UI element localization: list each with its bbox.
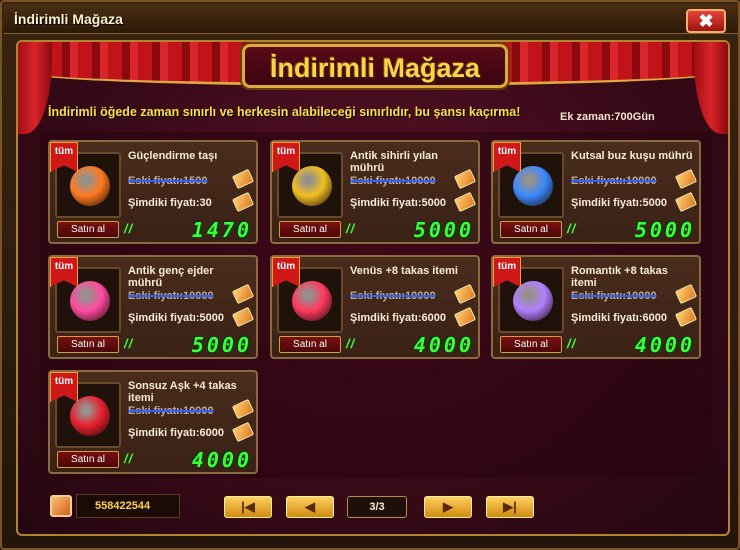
price-total: 4000 bbox=[191, 448, 252, 472]
current-price: Şimdiki fiyatı:5000 bbox=[571, 197, 667, 209]
coupon-icon bbox=[453, 191, 477, 213]
price-marker: // bbox=[567, 221, 577, 236]
pink-seal-icon bbox=[70, 281, 110, 321]
current-price: Şimdiki fiyatı:6000 bbox=[350, 312, 446, 324]
page-indicator: 3/3 bbox=[347, 496, 407, 518]
notice-text: İndirimli öğede zaman sınırlı ve herkesi… bbox=[48, 105, 521, 119]
balance-value: 558422544 bbox=[95, 500, 151, 512]
item-name: Sonsuz Aşk +4 takas itemi bbox=[128, 380, 237, 404]
item-name: Venüs +8 takas itemi bbox=[350, 265, 458, 277]
blue-seal-icon bbox=[513, 166, 553, 206]
curtain-right bbox=[694, 42, 728, 134]
next-page-button[interactable]: ▶ bbox=[424, 496, 472, 518]
buy-button[interactable]: Satın al bbox=[500, 336, 562, 353]
winged-gem-icon bbox=[513, 281, 553, 321]
old-price: Eski fiyatı:10000 bbox=[571, 175, 657, 187]
curtain-left bbox=[18, 42, 52, 134]
coupon-icon bbox=[50, 495, 72, 517]
price-total: 4000 bbox=[413, 333, 474, 357]
shop-item-card: tüm Romantık +8 takas itemi Eski fiyatı:… bbox=[491, 255, 701, 359]
old-price: Eski fiyatı:10000 bbox=[128, 405, 214, 417]
buy-button[interactable]: Satın al bbox=[500, 221, 562, 238]
price-total: 4000 bbox=[634, 333, 695, 357]
coupon-icon bbox=[674, 191, 698, 213]
price-marker: // bbox=[567, 336, 577, 351]
price-marker: // bbox=[124, 221, 134, 236]
item-name: Antik genç ejder mührü bbox=[128, 265, 214, 289]
coupon-icon bbox=[453, 306, 477, 328]
buy-button[interactable]: Satın al bbox=[57, 451, 119, 468]
shop-item-card: tüm Antik genç ejder mührü Eski fiyatı:1… bbox=[48, 255, 258, 359]
price-total: 5000 bbox=[191, 333, 252, 357]
coupon-icon bbox=[231, 421, 255, 443]
close-button[interactable]: ✖ bbox=[686, 9, 726, 33]
title-banner: İndirimli Mağaza bbox=[242, 44, 508, 88]
shop-item-card: tüm Güçlendirme taşı Eski fiyatı:1500 Şi… bbox=[48, 140, 258, 244]
coupon-icon bbox=[231, 191, 255, 213]
current-price: Şimdiki fiyatı:5000 bbox=[128, 312, 224, 324]
prev-page-button[interactable]: ◀ bbox=[286, 496, 334, 518]
coupon-icon bbox=[674, 306, 698, 328]
shop-item-card: tüm Venüs +8 takas itemi Eski fiyatı:100… bbox=[270, 255, 480, 359]
current-price: Şimdiki fiyatı:6000 bbox=[571, 312, 667, 324]
orange-crystal-icon bbox=[70, 166, 110, 206]
old-price: Eski fiyatı:10000 bbox=[350, 175, 436, 187]
price-total: 5000 bbox=[413, 218, 474, 242]
extra-time-label: Ek zaman:700Gün bbox=[560, 111, 655, 123]
shop-item-card: tüm Antik sihirli yılan mührü Eski fiyat… bbox=[270, 140, 480, 244]
first-page-button[interactable]: |◀ bbox=[224, 496, 272, 518]
old-price: Eski fiyatı:10000 bbox=[128, 290, 214, 302]
shop-item-card: tüm Sonsuz Aşk +4 takas itemi Eski fiyat… bbox=[48, 370, 258, 474]
window-title: İndirimli Mağaza bbox=[14, 11, 123, 27]
balance-box: 558422544 bbox=[76, 494, 180, 518]
discount-shop-window: İndirimli Mağaza ✖ İndirimli Mağaza İndi… bbox=[0, 0, 740, 550]
coupon-icon bbox=[231, 306, 255, 328]
shop-item-card: tüm Kutsal buz kuşu mührü Eski fiyatı:10… bbox=[491, 140, 701, 244]
item-name: Romantık +8 takas itemi bbox=[571, 265, 668, 289]
heart-box-icon bbox=[70, 396, 110, 436]
buy-button[interactable]: Satın al bbox=[57, 221, 119, 238]
current-price: Şimdiki fiyatı:30 bbox=[128, 197, 212, 209]
banner-title: İndirimli Mağaza bbox=[269, 53, 481, 83]
price-marker: // bbox=[346, 221, 356, 236]
gold-seal-icon bbox=[292, 166, 332, 206]
winged-heart-icon bbox=[292, 281, 332, 321]
title-bar: İndirimli Mağaza ✖ bbox=[4, 4, 738, 34]
item-name: Kutsal buz kuşu mührü bbox=[571, 150, 693, 162]
last-page-button[interactable]: ▶| bbox=[486, 496, 534, 518]
item-name: Antik sihirli yılan mührü bbox=[350, 150, 439, 174]
buy-button[interactable]: Satın al bbox=[279, 221, 341, 238]
current-price: Şimdiki fiyatı:5000 bbox=[350, 197, 446, 209]
price-marker: // bbox=[346, 336, 356, 351]
buy-button[interactable]: Satın al bbox=[57, 336, 119, 353]
current-price: Şimdiki fiyatı:6000 bbox=[128, 427, 224, 439]
buy-button[interactable]: Satın al bbox=[279, 336, 341, 353]
price-total: 1470 bbox=[191, 218, 252, 242]
price-total: 5000 bbox=[634, 218, 695, 242]
price-marker: // bbox=[124, 451, 134, 466]
price-marker: // bbox=[124, 336, 134, 351]
old-price: Eski fiyatı:10000 bbox=[571, 290, 657, 302]
item-name: Güçlendirme taşı bbox=[128, 150, 218, 162]
old-price: Eski fiyatı:1500 bbox=[128, 175, 208, 187]
old-price: Eski fiyatı:10000 bbox=[350, 290, 436, 302]
